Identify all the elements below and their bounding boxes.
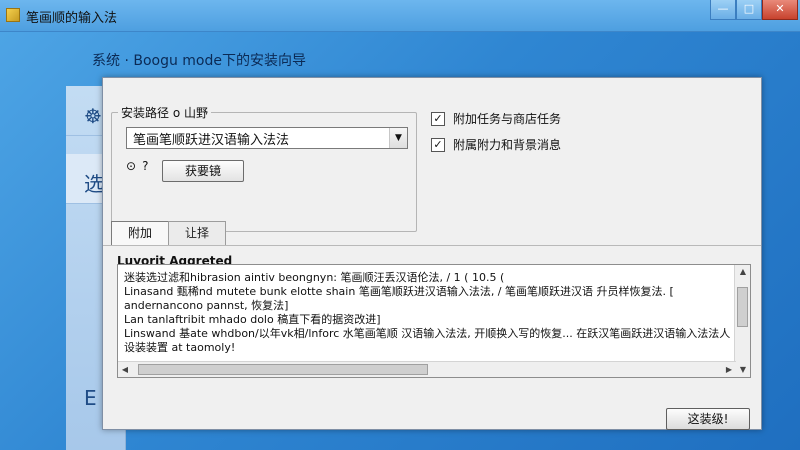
tab-separator: [103, 245, 761, 246]
install-dialog: 安装路径 o 山野 笔画笔顺跃进汉语输入法法 ▼ ⊙ ? 获要镜 ✓ 附加任务与…: [102, 77, 762, 430]
checkbox-messages-label: 附属附力和背景消息: [453, 138, 562, 152]
scroll-down-icon[interactable]: ▼: [735, 363, 751, 377]
scroll-right-icon[interactable]: ▶: [722, 362, 736, 378]
horizontal-scroll-thumb[interactable]: [138, 364, 428, 375]
install-button[interactable]: 这装级!: [666, 408, 750, 430]
chevron-down-icon[interactable]: ▼: [389, 128, 407, 148]
agreement-line: Linasand 甄稀nd mutete bunk elotte shain 笔…: [124, 285, 674, 298]
install-path-group: 安装路径 o 山野 笔画笔顺跃进汉语输入法法 ▼ ⊙ ? 获要镜: [111, 104, 417, 232]
tab-choose[interactable]: 让择: [168, 221, 227, 245]
install-path-value: 笔画笔顺跃进汉语输入法法: [133, 132, 290, 148]
help-line: ⊙ ?: [126, 159, 148, 173]
info-icon: ⊙: [126, 159, 137, 173]
browse-button[interactable]: 获要镜: [162, 160, 244, 182]
agreement-text: 迷装选过滤和hibrasion aintiv beongnyn: 笔画顺汪丢汉语…: [124, 271, 730, 355]
checkbox-tasks[interactable]: ✓: [431, 111, 445, 126]
minimize-button[interactable]: —: [710, 0, 736, 20]
agreement-line: 迷装选过滤和hibrasion aintiv beongnyn: 笔画顺汪丢汉语…: [124, 271, 505, 284]
vertical-scroll-thumb[interactable]: [737, 287, 748, 327]
agreement-textbox[interactable]: 迷装选过滤和hibrasion aintiv beongnyn: 笔画顺汪丢汉语…: [117, 264, 751, 378]
install-path-legend: 安装路径 o 山野: [118, 104, 211, 121]
window-titlebar: 笔画顺的输入法 — □ ✕: [0, 0, 800, 32]
background-glyph-text: 选: [84, 172, 104, 196]
app-icon: [6, 8, 20, 22]
agreement-line: Linswand 基ate whdbon/以年vk相/lnforc 水笔画笔顺 …: [124, 327, 730, 340]
checkbox-row-messages[interactable]: ✓ 附属附力和背景消息: [431, 136, 561, 153]
checkbox-tasks-label: 附加任务与商店任务: [453, 112, 562, 126]
window-title: 笔画顺的输入法: [26, 11, 118, 26]
tab-bar: 附加 让择: [111, 221, 227, 245]
maximize-button[interactable]: □: [736, 0, 762, 20]
checkbox-messages[interactable]: ✓: [431, 137, 445, 152]
install-path-select[interactable]: 笔画笔顺跃进汉语输入法法 ▼: [126, 127, 408, 149]
background-glyph-text: E: [84, 386, 97, 410]
background-glyph-icon: ☸: [84, 104, 102, 128]
help-question-icon[interactable]: ?: [142, 159, 148, 173]
scroll-left-icon[interactable]: ◀: [118, 362, 132, 378]
horizontal-scrollbar[interactable]: ◀ ▶: [118, 361, 736, 377]
agreement-line: andernancono pannst, 恢复法]: [124, 299, 289, 312]
scroll-up-icon[interactable]: ▲: [735, 265, 751, 279]
agreement-line: Lan tanlaftribit mhado dolo 稿直下看的据资改进]: [124, 313, 381, 326]
wizard-header: 系统 · Boogu mode下的安装向导: [92, 53, 306, 69]
vertical-scrollbar[interactable]: ▲ ▼: [734, 265, 750, 377]
agreement-line: 设装装置 at taomoly!: [124, 341, 236, 354]
close-button[interactable]: ✕: [762, 0, 798, 20]
checkbox-row-tasks[interactable]: ✓ 附加任务与商店任务: [431, 110, 561, 127]
tab-addon[interactable]: 附加: [111, 221, 170, 245]
